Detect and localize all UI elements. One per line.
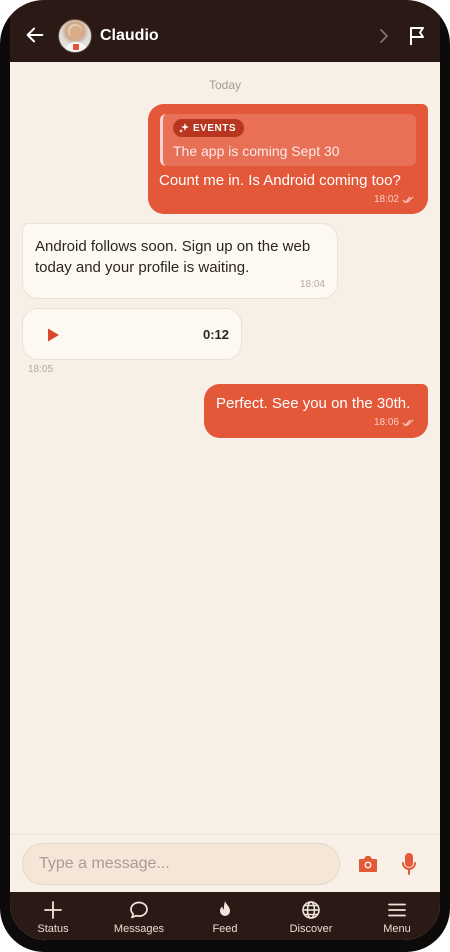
chat-header: Claudio bbox=[10, 0, 440, 62]
message-meta: 18:02 bbox=[374, 194, 414, 205]
message-text: Android follows soon. Sign up on the web… bbox=[35, 238, 311, 276]
chat-screen: Claudio Today EVENTS The app is coming S… bbox=[10, 0, 440, 940]
incoming-message[interactable]: Android follows soon. Sign up on the web… bbox=[22, 223, 338, 299]
chevron-right-icon[interactable] bbox=[376, 26, 392, 46]
message-meta: 18:06 bbox=[374, 417, 414, 428]
flame-icon bbox=[220, 901, 230, 916]
flag-icon[interactable] bbox=[408, 26, 426, 46]
back-arrow-icon[interactable] bbox=[24, 24, 46, 46]
bottom-nav: Status Messages Feed Discover Menu bbox=[10, 892, 440, 940]
voice-duration: 0:12 bbox=[202, 327, 229, 342]
contact-name[interactable]: Claudio bbox=[100, 27, 159, 45]
message-text: Count me in. Is Android coming too? bbox=[159, 172, 401, 189]
events-tag: EVENTS bbox=[173, 119, 245, 137]
message-time: 18:04 bbox=[299, 279, 325, 290]
avatar[interactable] bbox=[58, 19, 92, 53]
outgoing-message[interactable]: EVENTS The app is coming Sept 30 Count m… bbox=[148, 104, 428, 214]
quoted-message[interactable]: EVENTS The app is coming Sept 30 bbox=[160, 114, 416, 166]
message-composer bbox=[10, 834, 440, 892]
message-input[interactable] bbox=[22, 843, 340, 885]
outgoing-message[interactable]: Perfect. See you on the 30th. 18:06 bbox=[204, 384, 428, 438]
message-text: Perfect. See you on the 30th. bbox=[216, 395, 411, 412]
message-meta: 18:04 bbox=[300, 279, 325, 290]
nav-label: Feed bbox=[212, 923, 238, 935]
nav-item-discover[interactable]: Discover bbox=[268, 892, 354, 940]
chat-bubble-icon bbox=[130, 901, 148, 919]
date-separator: Today bbox=[208, 78, 242, 92]
double-check-icon bbox=[402, 419, 414, 426]
nav-label: Messages bbox=[113, 923, 165, 935]
nav-label: Status bbox=[37, 923, 69, 935]
message-time: 18:02 bbox=[373, 194, 399, 205]
globe-icon bbox=[302, 901, 320, 919]
message-time: 18:05 bbox=[28, 364, 54, 375]
quote-text: The app is coming Sept 30 bbox=[173, 143, 340, 159]
sparkle-icon bbox=[179, 123, 189, 133]
nav-item-status[interactable]: Status bbox=[10, 892, 96, 940]
play-icon[interactable] bbox=[45, 327, 61, 343]
tag-label: EVENTS bbox=[193, 122, 237, 134]
voice-message[interactable]: 0:12 bbox=[22, 308, 242, 360]
plus-icon bbox=[44, 901, 62, 919]
nav-item-messages[interactable]: Messages bbox=[96, 892, 182, 940]
message-time: 18:06 bbox=[373, 417, 399, 428]
camera-icon[interactable] bbox=[358, 855, 378, 873]
nav-label: Discover bbox=[289, 923, 333, 935]
hamburger-icon bbox=[388, 903, 406, 917]
nav-item-feed[interactable]: Feed bbox=[182, 892, 268, 940]
nav-label: Menu bbox=[383, 923, 411, 935]
phone-frame: Claudio Today EVENTS The app is coming S… bbox=[0, 0, 450, 952]
microphone-icon[interactable] bbox=[401, 853, 417, 875]
double-check-icon bbox=[402, 196, 414, 203]
nav-item-menu[interactable]: Menu bbox=[354, 892, 440, 940]
